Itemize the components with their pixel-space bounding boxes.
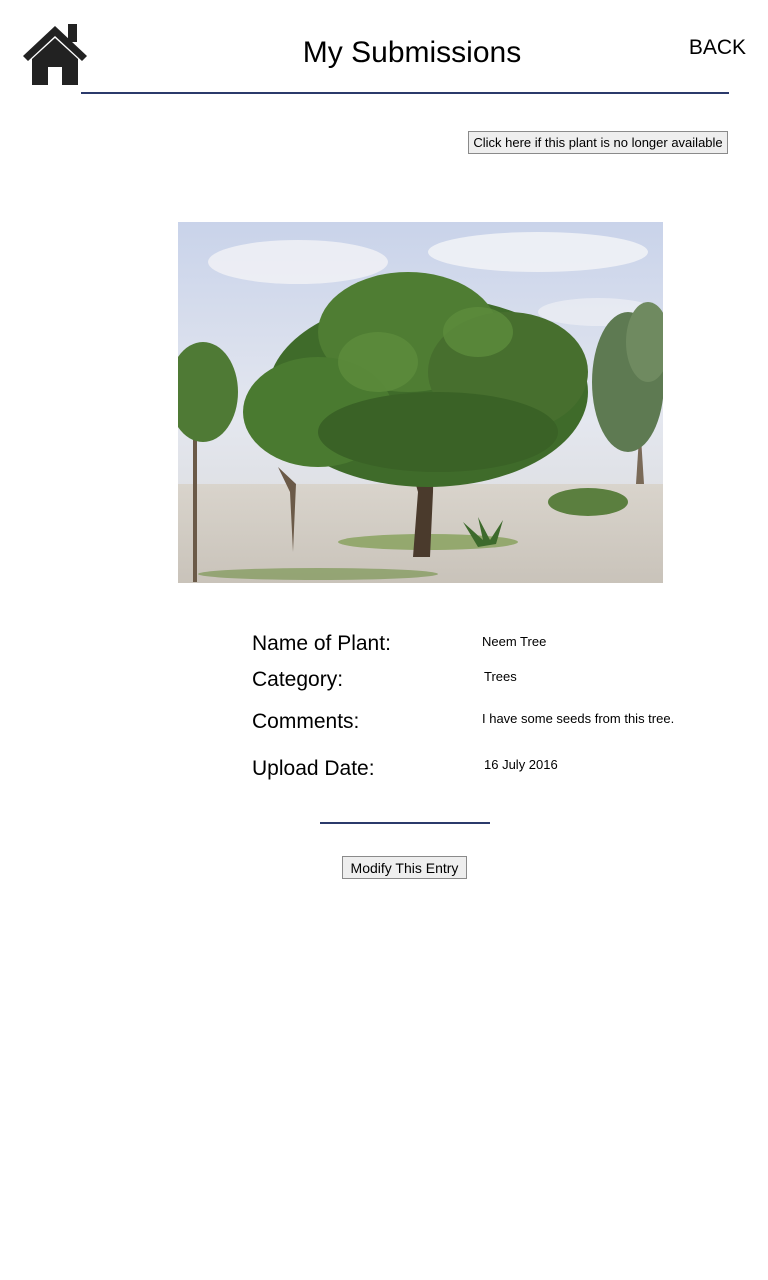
- details-divider: [320, 822, 490, 824]
- home-button[interactable]: [20, 22, 90, 87]
- plant-photo: [178, 222, 663, 583]
- name-label: Name of Plant:: [252, 632, 391, 655]
- home-icon: [23, 24, 87, 85]
- comments-label: Comments:: [252, 710, 360, 733]
- upload-date-label: Upload Date:: [252, 757, 375, 780]
- category-value: Trees: [484, 669, 517, 684]
- category-label: Category:: [252, 668, 344, 691]
- upload-date-value: 16 July 2016: [484, 757, 558, 772]
- header-divider: [81, 92, 729, 94]
- back-link[interactable]: BACK: [689, 35, 746, 61]
- comments-value: I have some seeds from this tree.: [482, 711, 675, 726]
- plant-unavailable-button[interactable]: Click here if this plant is no longer av…: [468, 131, 728, 154]
- modify-entry-button[interactable]: Modify This Entry: [342, 856, 467, 879]
- name-value: Neem Tree: [482, 634, 547, 649]
- page-title: My Submissions: [302, 36, 522, 69]
